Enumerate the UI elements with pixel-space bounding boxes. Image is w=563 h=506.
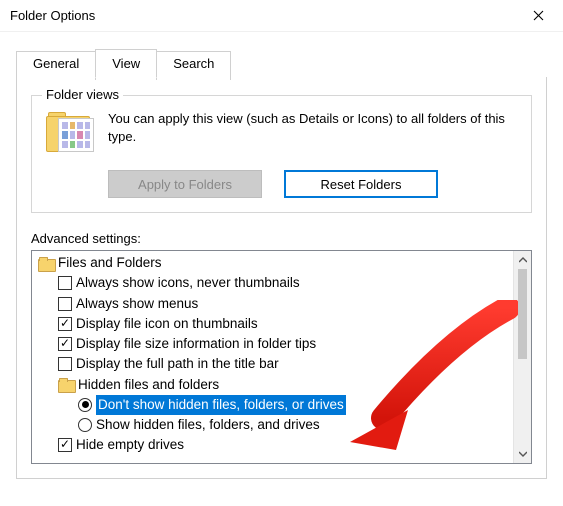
tree-group-label: Files and Folders <box>58 253 162 273</box>
option-label: Don't show hidden files, folders, or dri… <box>96 395 346 415</box>
chevron-down-icon <box>519 451 527 457</box>
option-display-file-icon[interactable]: Display file icon on thumbnails <box>34 314 511 334</box>
option-label: Always show menus <box>76 294 198 314</box>
reset-folders-button[interactable]: Reset Folders <box>284 170 438 198</box>
close-button[interactable] <box>516 1 561 31</box>
tree-group-label: Hidden files and folders <box>78 375 219 395</box>
option-label: Display the full path in the title bar <box>76 354 279 374</box>
radio-icon <box>78 398 92 412</box>
folder-icon <box>38 257 54 270</box>
title-bar: Folder Options <box>0 0 563 32</box>
option-label: Show hidden files, folders, and drives <box>96 415 320 435</box>
option-label: Display file icon on thumbnails <box>76 314 258 334</box>
option-always-show-icons[interactable]: Always show icons, never thumbnails <box>34 273 511 293</box>
option-display-full-path[interactable]: Display the full path in the title bar <box>34 354 511 374</box>
checkbox-icon <box>58 337 72 351</box>
tree-group-hidden-files[interactable]: Hidden files and folders <box>34 375 511 395</box>
checkbox-icon <box>58 317 72 331</box>
checkbox-icon <box>58 438 72 452</box>
scroll-track[interactable] <box>514 269 531 445</box>
option-label: Display file size information in folder … <box>76 334 316 354</box>
option-display-file-size[interactable]: Display file size information in folder … <box>34 334 511 354</box>
tab-search[interactable]: Search <box>156 51 231 80</box>
checkbox-icon <box>58 297 72 311</box>
advanced-settings-tree: Files and Folders Always show icons, nev… <box>31 250 532 464</box>
scroll-up-button[interactable] <box>514 251 531 269</box>
advanced-settings-label: Advanced settings: <box>31 231 532 246</box>
folder-views-group-label: Folder views <box>42 87 123 102</box>
folder-views-description: You can apply this view (such as Details… <box>108 110 519 158</box>
scrollbar[interactable] <box>513 251 531 463</box>
tab-general[interactable]: General <box>16 51 96 80</box>
tab-view[interactable]: View <box>95 49 157 78</box>
tree-group-files-and-folders[interactable]: Files and Folders <box>34 253 511 273</box>
radio-icon <box>78 418 92 432</box>
tree-viewport[interactable]: Files and Folders Always show icons, nev… <box>32 251 513 463</box>
folder-icon <box>58 378 74 391</box>
option-label: Hide empty drives <box>76 435 184 455</box>
radio-show-hidden[interactable]: Show hidden files, folders, and drives <box>34 415 511 435</box>
close-icon <box>533 10 544 21</box>
checkbox-icon <box>58 357 72 371</box>
tab-strip: General View Search <box>16 48 547 77</box>
radio-dont-show-hidden[interactable]: Don't show hidden files, folders, or dri… <box>34 395 511 415</box>
scroll-thumb[interactable] <box>518 269 527 359</box>
chevron-up-icon <box>519 257 527 263</box>
option-always-show-menus[interactable]: Always show menus <box>34 294 511 314</box>
window-title: Folder Options <box>10 8 516 23</box>
folder-views-group: Folder views You can apply this view (su… <box>31 95 532 213</box>
apply-to-folders-button: Apply to Folders <box>108 170 262 198</box>
tab-panel-view: Folder views You can apply this view (su… <box>16 77 547 479</box>
folder-views-icon <box>44 110 96 158</box>
option-hide-empty-drives[interactable]: Hide empty drives <box>34 435 511 455</box>
checkbox-icon <box>58 276 72 290</box>
scroll-down-button[interactable] <box>514 445 531 463</box>
option-label: Always show icons, never thumbnails <box>76 273 300 293</box>
